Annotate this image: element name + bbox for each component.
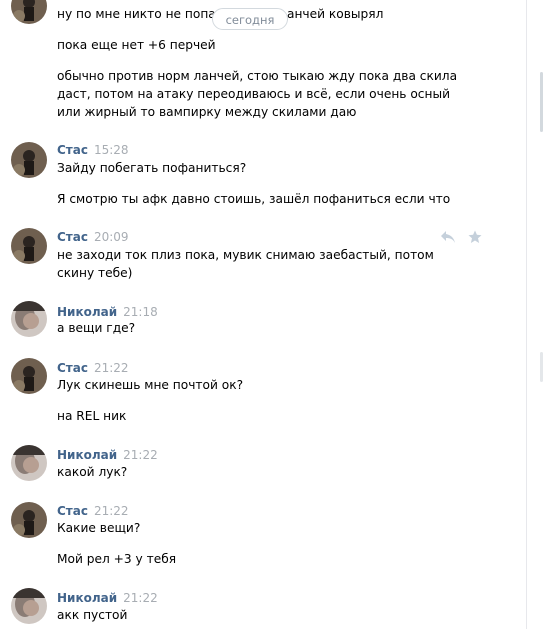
message-header: Стас 20:09 bbox=[57, 229, 129, 245]
author-name[interactable]: Стас bbox=[57, 230, 88, 244]
message-line: Мой рел +3 у тебя bbox=[57, 552, 177, 566]
avatar-nikolay[interactable] bbox=[11, 588, 47, 624]
message-line: пока еще нет +6 перчей bbox=[57, 38, 216, 52]
avatar-stas[interactable] bbox=[11, 358, 47, 394]
date-separator: сегодня bbox=[212, 8, 288, 30]
avatar-stas[interactable] bbox=[11, 228, 47, 264]
reply-icon[interactable] bbox=[440, 230, 456, 247]
message-line: Я смотрю ты афк давно стоишь, зашёл пофа… bbox=[57, 192, 451, 206]
message-line: анчей ковырял bbox=[287, 7, 384, 21]
message-line: на REL ник bbox=[57, 409, 127, 423]
message-line: обычно против норм ланчей, стою тыкаю жд… bbox=[57, 69, 458, 83]
avatar-nikolay[interactable] bbox=[11, 301, 47, 337]
author-name[interactable]: Стас bbox=[57, 504, 88, 518]
message-line: Зайду побегать пофаниться? bbox=[57, 161, 247, 175]
message-line: даст, потом на атаку переодиваюсь и всё,… bbox=[57, 87, 451, 101]
author-name[interactable]: Стас bbox=[57, 361, 88, 375]
message-time[interactable]: 15:28 bbox=[94, 143, 129, 157]
message-header: Стас 21:22 bbox=[57, 360, 129, 376]
message-header: Николай 21:22 bbox=[57, 590, 158, 606]
message-time[interactable]: 21:22 bbox=[94, 361, 129, 375]
message-line: или жирный то вампирку между скилами даю bbox=[57, 105, 357, 119]
message-header: Николай 21:22 bbox=[57, 447, 158, 463]
chat-history[interactable]: ну по мне никто не попад анчей ковырял с… bbox=[0, 0, 526, 629]
author-name[interactable]: Стас bbox=[57, 143, 88, 157]
message-header: Николай 21:18 bbox=[57, 304, 158, 320]
message-time[interactable]: 21:22 bbox=[94, 504, 129, 518]
star-icon[interactable] bbox=[468, 230, 482, 247]
message-time[interactable]: 21:22 bbox=[123, 448, 158, 462]
message-time[interactable]: 20:09 bbox=[94, 230, 129, 244]
message-line: акк пустой bbox=[57, 608, 128, 622]
message-line: а вещи где? bbox=[57, 321, 136, 335]
author-name[interactable]: Николай bbox=[57, 448, 117, 462]
avatar-nikolay[interactable] bbox=[11, 445, 47, 481]
avatar-stas[interactable] bbox=[11, 0, 47, 24]
author-name[interactable]: Николай bbox=[57, 591, 117, 605]
message-header: Стас 21:22 bbox=[57, 503, 129, 519]
message-time[interactable]: 21:22 bbox=[123, 591, 158, 605]
author-name[interactable]: Николай bbox=[57, 305, 117, 319]
message-header: Стас 15:28 bbox=[57, 142, 129, 158]
message-line: не заходи ток плиз пока, мувик снимаю за… bbox=[57, 248, 434, 262]
message-line: Лук скинешь мне почтой ок? bbox=[57, 378, 244, 392]
message-line: какой лук? bbox=[57, 465, 128, 479]
avatar-stas[interactable] bbox=[11, 502, 47, 538]
scrollbar-thumb[interactable] bbox=[540, 72, 543, 132]
message-line: ну по мне никто не попад bbox=[57, 7, 225, 21]
message-line: Какие вещи? bbox=[57, 521, 141, 535]
avatar-stas[interactable] bbox=[11, 142, 47, 178]
scrollbar-marker bbox=[540, 352, 543, 382]
message-line: скину тебе) bbox=[57, 266, 133, 280]
message-time[interactable]: 21:18 bbox=[123, 305, 158, 319]
